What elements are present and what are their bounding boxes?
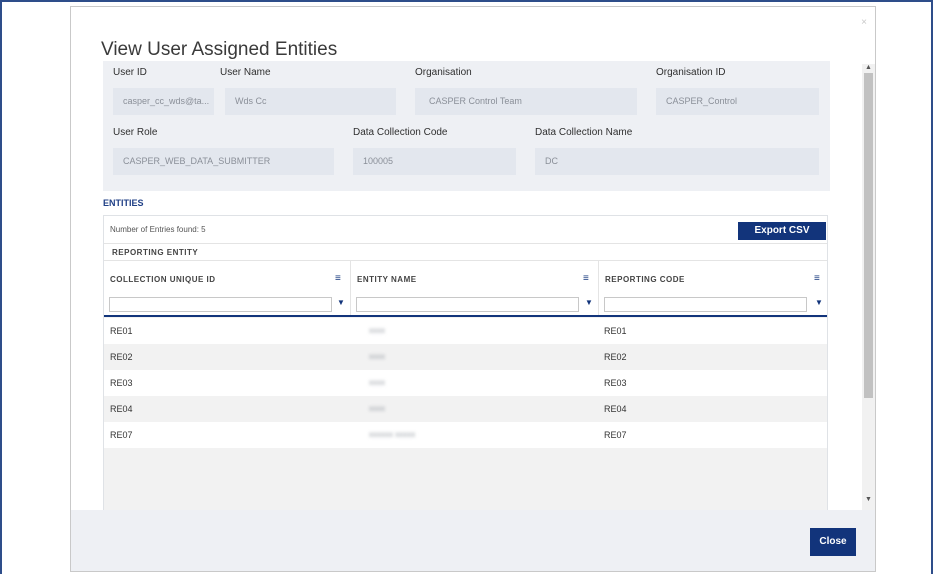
dc-code-field: 100005 [353, 148, 516, 175]
filter-input-reporting-code[interactable] [604, 297, 807, 312]
cell-collection-id: RE07 [110, 430, 133, 440]
cell-entity-name: xxxx [369, 352, 385, 361]
filter-input-entity-name[interactable] [356, 297, 579, 312]
grid-toolbar: Number of Entries found: 5 Export CSV [104, 216, 827, 243]
column-header-label: ENTITY NAME [357, 275, 417, 284]
dc-name-label: Data Collection Name [535, 127, 633, 138]
scroll-down-icon[interactable]: ▼ [865, 496, 872, 503]
page-background: × View User Assigned Entities User ID ca… [0, 0, 933, 574]
table-row[interactable]: RE02 xxxx RE02 [104, 344, 827, 370]
cell-collection-id: RE04 [110, 404, 133, 414]
user-info-panel: User ID casper_cc_wds@ta... User Name Wd… [103, 61, 830, 191]
organisation-label: Organisation [415, 67, 472, 78]
close-icon[interactable]: × [861, 17, 867, 28]
cell-reporting-code: RE04 [604, 404, 627, 414]
organisation-field: CASPER Control Team [415, 88, 637, 115]
user-id-label: User ID [113, 67, 147, 78]
cell-entity-name: xxxx [369, 404, 385, 413]
column-header-entity-name[interactable]: ENTITY NAME ≡ ▼ [351, 261, 599, 315]
cell-reporting-code: RE03 [604, 378, 627, 388]
export-csv-button[interactable]: Export CSV [738, 222, 826, 240]
filter-input-collection-id[interactable] [109, 297, 332, 312]
user-role-field: CASPER_WEB_DATA_SUBMITTER [113, 148, 334, 175]
dc-code-label: Data Collection Code [353, 127, 448, 138]
close-button[interactable]: Close [810, 528, 856, 556]
modal-footer: Close [71, 510, 875, 571]
cell-collection-id: RE02 [110, 352, 133, 362]
modal-scrollbar[interactable]: ▲ ▼ [862, 64, 875, 510]
column-menu-icon[interactable]: ≡ [335, 273, 341, 284]
cell-reporting-code: RE01 [604, 326, 627, 336]
table-row[interactable]: RE03 xxxx RE03 [104, 370, 827, 396]
table-row[interactable]: RE04 xxxx RE04 [104, 396, 827, 422]
filter-icon[interactable]: ▼ [815, 298, 823, 307]
column-menu-icon[interactable]: ≡ [583, 273, 589, 284]
column-header-collection-id[interactable]: COLLECTION UNIQUE ID ≡ ▼ [104, 261, 351, 315]
user-name-field: Wds Cc [225, 88, 396, 115]
column-group-header: REPORTING ENTITY [104, 243, 827, 261]
cell-reporting-code: RE07 [604, 430, 627, 440]
cell-entity-name: xxxx [369, 326, 385, 335]
table-row[interactable]: RE01 xxxx RE01 [104, 318, 827, 344]
scrollbar-thumb[interactable] [864, 73, 873, 398]
entries-count: Number of Entries found: 5 [110, 225, 206, 234]
organisation-id-label: Organisation ID [656, 67, 726, 78]
user-name-label: User Name [220, 67, 271, 78]
cell-reporting-code: RE02 [604, 352, 627, 362]
filter-icon[interactable]: ▼ [337, 298, 345, 307]
user-id-field: casper_cc_wds@ta... [113, 88, 214, 115]
entities-section-title: ENTITIES [103, 198, 144, 208]
entities-grid: Number of Entries found: 5 Export CSV RE… [103, 215, 828, 512]
cell-entity-name: xxxxxx xxxxx [369, 430, 416, 439]
organisation-id-field: CASPER_Control [656, 88, 819, 115]
dc-name-field: DC [535, 148, 819, 175]
filter-icon[interactable]: ▼ [585, 298, 593, 307]
window-frame-left [0, 0, 2, 574]
grid-header-row: COLLECTION UNIQUE ID ≡ ▼ ENTITY NAME ≡ ▼… [104, 261, 827, 317]
cell-collection-id: RE03 [110, 378, 133, 388]
scroll-up-icon[interactable]: ▲ [865, 64, 872, 71]
view-entities-modal: × View User Assigned Entities User ID ca… [70, 6, 876, 572]
window-frame-top [0, 0, 933, 2]
column-header-label: REPORTING CODE [605, 275, 685, 284]
modal-title: View User Assigned Entities [101, 39, 338, 60]
table-row[interactable]: RE07 xxxxxx xxxxx RE07 [104, 422, 827, 448]
user-role-label: User Role [113, 127, 158, 138]
column-header-label: COLLECTION UNIQUE ID [110, 275, 216, 284]
cell-collection-id: RE01 [110, 326, 133, 336]
cell-entity-name: xxxx [369, 378, 385, 387]
grid-empty-area [104, 452, 827, 512]
column-header-reporting-code[interactable]: REPORTING CODE ≡ ▼ [599, 261, 827, 315]
column-menu-icon[interactable]: ≡ [814, 273, 820, 284]
